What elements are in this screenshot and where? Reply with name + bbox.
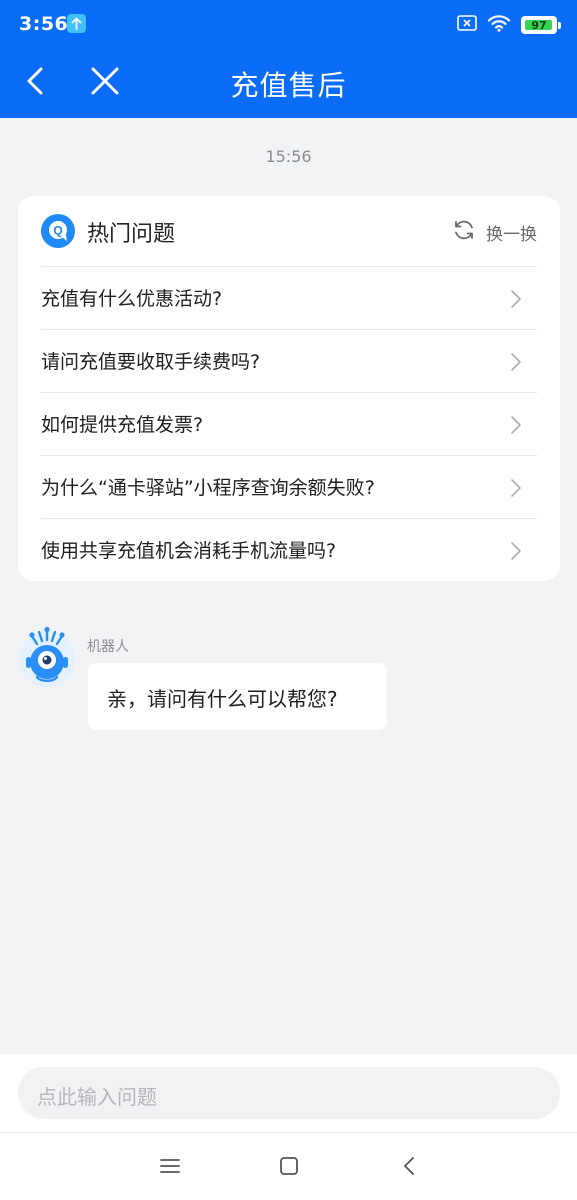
question-text: 如何提供充值发票? — [41, 414, 204, 436]
question-text: 使用共享充值机会消耗手机流量吗? — [41, 540, 337, 562]
svg-text:Q: Q — [53, 224, 62, 238]
chevron-right-icon — [509, 477, 523, 499]
nav-bar: 充值售后 — [0, 50, 577, 118]
question-item[interactable]: 充值有什么优惠活动? — [41, 267, 537, 330]
question-input[interactable]: 点此输入问题 — [18, 1067, 560, 1119]
hot-questions-card: Q 热门问题 换一换 充值有什么优惠活动? 请问充值要收取手续费吗? 如何提供充… — [18, 196, 560, 581]
sim-off-icon — [457, 15, 477, 35]
back-nav-icon[interactable] — [397, 1153, 423, 1179]
question-item[interactable]: 为什么“通卡驿站”小程序查询余额失败? — [41, 456, 537, 519]
input-bar: 点此输入问题 — [0, 1054, 577, 1132]
hot-questions-header: Q 热门问题 换一换 — [41, 196, 537, 267]
question-item[interactable]: 请问充值要收取手续费吗? — [41, 330, 537, 393]
question-list: 充值有什么优惠活动? 请问充值要收取手续费吗? 如何提供充值发票? 为什么“通卡… — [41, 267, 537, 582]
refresh-icon — [452, 218, 476, 246]
wifi-icon — [487, 14, 511, 36]
system-nav-bar — [0, 1132, 577, 1200]
message-bubble: 亲，请问有什么可以帮您? — [88, 663, 387, 730]
chevron-right-icon — [509, 540, 523, 562]
status-bar: 3:56 97 — [0, 0, 577, 50]
menu-icon[interactable] — [157, 1153, 183, 1179]
refresh-button[interactable]: 换一换 — [452, 218, 537, 246]
top-bar: 3:56 97 充值售后 — [0, 0, 577, 118]
status-icons: 97 — [457, 14, 561, 36]
upload-icon — [67, 14, 86, 33]
question-badge-icon: Q — [41, 214, 75, 248]
battery-icon: 97 — [521, 16, 561, 34]
status-time: 3:56 — [19, 13, 69, 35]
chevron-right-icon — [509, 288, 523, 310]
sender-name: 机器人 — [87, 639, 129, 655]
refresh-label: 换一换 — [486, 224, 537, 245]
question-item[interactable]: 如何提供充值发票? — [41, 393, 537, 456]
question-text: 充值有什么优惠活动? — [41, 288, 223, 310]
message-text: 亲，请问有什么可以帮您? — [107, 687, 338, 711]
page-title: 充值售后 — [230, 69, 347, 102]
robot-avatar-icon — [17, 626, 77, 688]
chevron-right-icon — [509, 414, 523, 436]
chevron-right-icon — [509, 351, 523, 373]
question-text: 请问充值要收取手续费吗? — [41, 351, 261, 373]
question-item[interactable]: 使用共享充值机会消耗手机流量吗? — [41, 519, 537, 582]
input-placeholder: 点此输入问题 — [37, 1085, 157, 1109]
battery-percent: 97 — [531, 18, 547, 32]
hot-questions-title: 热门问题 — [87, 222, 176, 247]
question-text: 为什么“通卡驿站”小程序查询余额失败? — [41, 477, 375, 499]
chat-timestamp: 15:56 — [265, 147, 312, 166]
home-icon[interactable] — [276, 1153, 302, 1179]
